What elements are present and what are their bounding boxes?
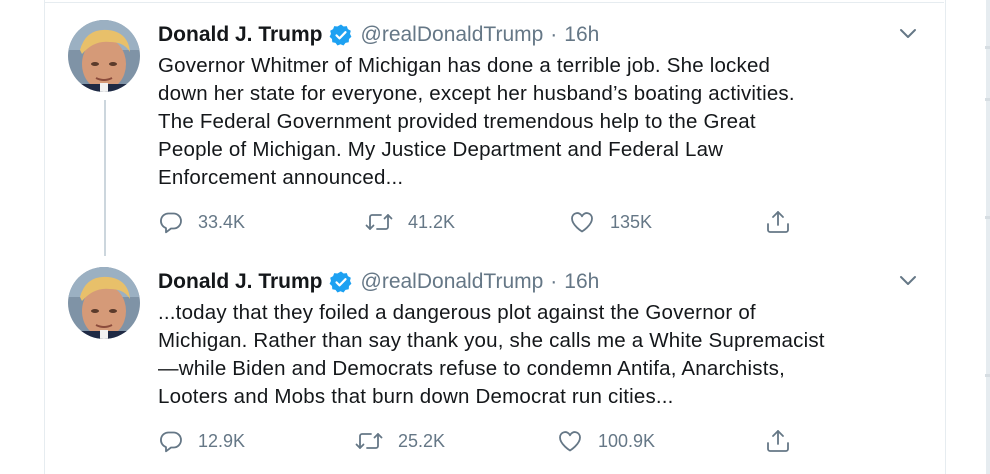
tweet-text-line: The Federal Government provided tremendo…: [158, 110, 756, 133]
tweet-header: Donald J. Trump @realDonaldTrump · 16h: [158, 269, 599, 295]
reply-button[interactable]: 12.9K: [158, 427, 245, 455]
like-count: 135K: [610, 212, 653, 232]
avatar-photo: [68, 267, 140, 339]
like-button[interactable]: 135K: [568, 208, 652, 236]
tweet-text-line: down her state for everyone, except her …: [158, 82, 795, 105]
retweet-button[interactable]: 41.2K: [364, 208, 455, 236]
retweet-button[interactable]: 25.2K: [354, 427, 445, 455]
tweet[interactable]: Donald J. Trump @realDonaldTrump · 16h G…: [44, 0, 944, 250]
tweet[interactable]: Donald J. Trump @realDonaldTrump · 16h .…: [44, 247, 944, 474]
tweet-text: ...today that they foiled a dangerous pl…: [158, 299, 938, 411]
twitter-thread-page: Donald J. Trump @realDonaldTrump · 16h G…: [0, 0, 990, 474]
gutter-mark: [985, 216, 990, 219]
header-separator: ·: [550, 23, 558, 46]
retweet-icon: [355, 433, 383, 449]
like-count: 100.9K: [598, 431, 656, 451]
reply-icon: [160, 212, 182, 234]
tweet-timestamp[interactable]: 16h: [564, 269, 599, 295]
gutter-mark: [985, 46, 990, 49]
user-handle[interactable]: @realDonaldTrump: [361, 269, 544, 295]
avatar[interactable]: [68, 267, 140, 339]
verified-badge-icon: [329, 270, 353, 294]
chevron-down-icon[interactable]: [898, 26, 918, 40]
retweet-count: 25.2K: [398, 431, 446, 451]
chevron-down-icon[interactable]: [898, 273, 918, 287]
gutter-mark: [985, 374, 990, 377]
display-name[interactable]: Donald J. Trump: [158, 22, 323, 48]
header-separator: ·: [550, 270, 558, 293]
retweet-icon: [365, 214, 393, 230]
tweet-text-line: —while Biden and Democrats refuse to con…: [158, 357, 785, 380]
right-scroll-gutter: [986, 0, 990, 474]
tweet-actions: 33.4K 41.2K 135K: [158, 208, 808, 236]
share-button[interactable]: [764, 208, 792, 236]
share-icon: [767, 211, 789, 233]
tweet-text-line: People of Michigan. My Justice Departmen…: [158, 138, 724, 161]
tweet-timestamp[interactable]: 16h: [564, 22, 599, 48]
display-name[interactable]: Donald J. Trump: [158, 269, 323, 295]
share-icon: [767, 430, 789, 452]
user-handle[interactable]: @realDonaldTrump: [361, 22, 544, 48]
tweet-text-line: ...today that they foiled a dangerous pl…: [158, 301, 756, 324]
tweet-text: Governor Whitmer of Michigan has done a …: [158, 52, 938, 192]
like-button[interactable]: 100.9K: [556, 427, 655, 455]
tweet-actions: 12.9K 25.2K 100.9K: [158, 427, 808, 455]
retweet-count: 41.2K: [408, 212, 456, 232]
avatar-photo: [68, 20, 140, 92]
gutter-mark: [985, 98, 990, 101]
share-button[interactable]: [764, 427, 792, 455]
avatar[interactable]: [68, 20, 140, 92]
tweet-header: Donald J. Trump @realDonaldTrump · 16h: [158, 22, 599, 48]
reply-count: 12.9K: [198, 431, 246, 451]
verified-badge-icon: [329, 23, 353, 47]
reply-button[interactable]: 33.4K: [158, 208, 245, 236]
tweet-text-line: Looters and Mobs that burn down Democrat…: [158, 385, 674, 408]
tweet-text-line: Michigan. Rather than say thank you, she…: [158, 329, 825, 352]
tweet-text-line: Governor Whitmer of Michigan has done a …: [158, 54, 771, 77]
tweet-text-line: Enforcement announced...: [158, 166, 404, 189]
heart-icon: [571, 212, 593, 233]
reply-count: 33.4K: [198, 212, 246, 232]
heart-icon: [559, 431, 581, 452]
reply-icon: [160, 431, 182, 453]
